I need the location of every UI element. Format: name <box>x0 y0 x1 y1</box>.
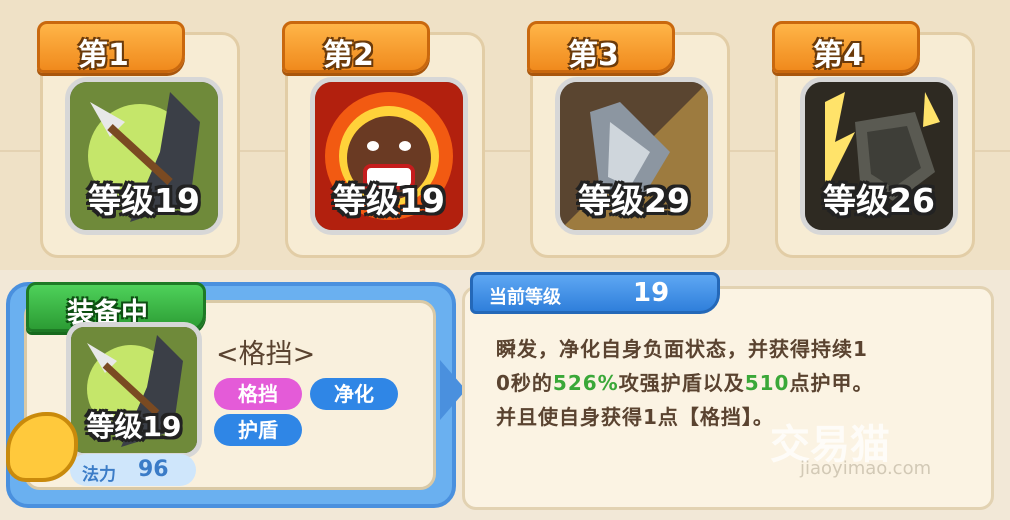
skill-icon-frame[interactable]: 等级19 <box>65 77 223 235</box>
current-level-banner: 当前等级 19 <box>470 272 720 314</box>
rank-label: 第2 <box>323 38 374 73</box>
description-line-3: 并且使自身获得1点【格挡】。 <box>496 405 774 429</box>
watermark-url: jiaoyimao.com <box>800 458 932 479</box>
tag-block: 格挡 <box>214 378 302 410</box>
skill-level: 等级19 <box>88 181 200 220</box>
skill-icon-frame[interactable]: 等级19 <box>310 77 468 235</box>
tag-shield: 护盾 <box>214 414 302 446</box>
mana-label: 法力 <box>82 465 116 485</box>
current-level-value: 19 <box>633 278 670 308</box>
rank-label: 第3 <box>568 38 619 73</box>
tag-purify: 净化 <box>310 378 398 410</box>
equipped-skill-icon[interactable]: 等级19 <box>66 322 202 458</box>
skill-card-4[interactable]: 第4 等级26 <box>772 21 975 258</box>
rank-ribbon: 第3 <box>527 21 675 73</box>
skill-icon-frame[interactable]: 等级29 <box>555 77 713 235</box>
current-level-label: 当前等级 <box>489 287 561 308</box>
rank-ribbon: 第4 <box>772 21 920 73</box>
equipped-skill-name: <格挡> <box>216 339 316 370</box>
skill-level: 等级19 <box>333 181 445 220</box>
skill-level: 等级26 <box>823 181 935 220</box>
description-line-2: 0秒的526%攻强护盾以及510点护甲。 <box>496 371 874 395</box>
rank-label: 第1 <box>78 38 129 73</box>
rank-ribbon: 第1 <box>37 21 185 73</box>
skill-card-2[interactable]: 第2 等级19 <box>282 21 485 258</box>
description-line-1: 瞬发，净化自身负面状态，并获得持续1 <box>496 337 868 361</box>
skill-level: 等级29 <box>578 181 690 220</box>
equipped-level: 等级19 <box>86 410 182 443</box>
mana-pill: 法力 96 <box>70 454 196 486</box>
rank-ribbon: 第2 <box>282 21 430 73</box>
rank-label: 第4 <box>813 38 864 73</box>
skill-icon-frame[interactable]: 等级26 <box>800 77 958 235</box>
skill-description: 瞬发，净化自身负面状态，并获得持续1 0秒的526%攻强护盾以及510点护甲。 … <box>496 332 976 434</box>
skill-card-3[interactable]: 第3 等级29 <box>527 21 730 258</box>
mana-value: 96 <box>138 457 169 482</box>
skill-card-1[interactable]: 第1 等级19 <box>37 21 240 258</box>
